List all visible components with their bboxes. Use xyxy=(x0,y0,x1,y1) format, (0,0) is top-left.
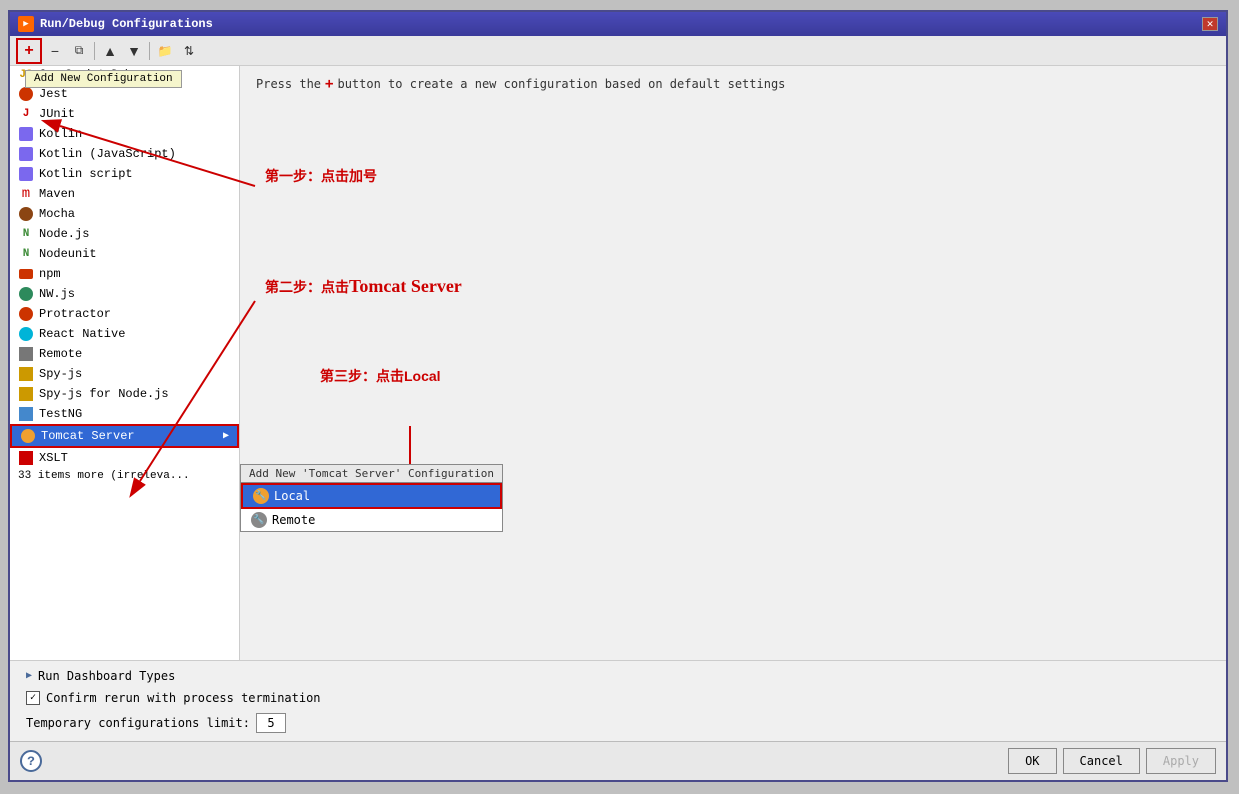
remote-icon xyxy=(18,346,34,362)
toolbar: + − ⧉ ▲ ▼ 📁 ⇅ Add New Configuration xyxy=(10,36,1226,66)
sidebar-item-nodejs[interactable]: N Node.js xyxy=(10,224,239,244)
confirm-rerun-row: ✓ Confirm rerun with process termination xyxy=(26,691,1210,705)
sidebar-item-spyjs[interactable]: Spy-js xyxy=(10,364,239,384)
submenu-header: Add New 'Tomcat Server' Configuration xyxy=(240,464,503,482)
sidebar-item-kotlin-script[interactable]: Kotlin script xyxy=(10,164,239,184)
help-button[interactable]: ? xyxy=(20,750,42,772)
sort-button[interactable]: ⇅ xyxy=(178,40,200,62)
sidebar-item-nodeunit[interactable]: N Nodeunit xyxy=(10,244,239,264)
jest-icon xyxy=(18,86,34,102)
nodejs-icon: N xyxy=(18,226,34,242)
local-icon: 🔧 xyxy=(253,488,269,504)
temp-limit-input[interactable] xyxy=(256,713,286,733)
remote-label: Remote xyxy=(272,513,315,527)
kotlin-icon xyxy=(18,126,34,142)
add-configuration-button[interactable]: + xyxy=(16,38,42,64)
confirm-rerun-checkbox[interactable]: ✓ xyxy=(26,691,40,705)
sidebar-item-more[interactable]: 33 items more (irreleva... xyxy=(10,468,239,484)
sidebar-item-testng[interactable]: TestNG xyxy=(10,404,239,424)
nodeunit-icon: N xyxy=(18,246,34,262)
protractor-icon xyxy=(18,306,34,322)
testng-icon xyxy=(18,406,34,422)
title-bar: ▶ Run/Debug Configurations ✕ xyxy=(10,12,1226,36)
sidebar-item-spyjs-node[interactable]: Spy-js for Node.js xyxy=(10,384,239,404)
content-area: JS JavaScript Debug... Jest J JUnit Kotl… xyxy=(10,66,1226,660)
react-native-icon xyxy=(18,326,34,342)
local-label: Local xyxy=(274,489,310,503)
sidebar-item-kotlin[interactable]: Kotlin xyxy=(10,124,239,144)
close-button[interactable]: ✕ xyxy=(1202,17,1218,31)
cancel-button[interactable]: Cancel xyxy=(1063,748,1140,774)
maven-icon: m xyxy=(18,186,34,202)
spyjs-node-icon xyxy=(18,386,34,402)
sidebar-item-react-native[interactable]: React Native xyxy=(10,324,239,344)
submenu-arrow-icon: ▶ xyxy=(223,430,229,442)
run-dashboard-arrow[interactable]: ▶ xyxy=(26,670,32,682)
toolbar-separator xyxy=(94,42,95,60)
sidebar-item-mocha[interactable]: Mocha xyxy=(10,204,239,224)
spyjs-icon xyxy=(18,366,34,382)
press-plus-text-after: button to create a new configuration bas… xyxy=(337,77,785,91)
footer: ? OK Cancel Apply xyxy=(10,741,1226,780)
kotlin-script-icon xyxy=(18,166,34,182)
plus-icon: + xyxy=(325,76,333,92)
press-plus-description: Press the + button to create a new confi… xyxy=(256,76,1210,92)
mocha-icon xyxy=(18,206,34,222)
tomcat-submenu: Add New 'Tomcat Server' Configuration 🔧 … xyxy=(240,464,503,532)
sidebar-item-maven[interactable]: m Maven xyxy=(10,184,239,204)
title-icon: ▶ xyxy=(18,16,34,32)
temp-limit-row: Temporary configurations limit: xyxy=(26,713,1210,733)
submenu-item-local[interactable]: 🔧 Local xyxy=(241,483,502,509)
kotlin-js-icon xyxy=(18,146,34,162)
move-up-button[interactable]: ▲ xyxy=(99,40,121,62)
sidebar-item-remote[interactable]: Remote xyxy=(10,344,239,364)
footer-buttons: OK Cancel Apply xyxy=(1008,748,1216,774)
run-dashboard-row: ▶ Run Dashboard Types xyxy=(26,669,1210,683)
right-panel: Press the + button to create a new confi… xyxy=(240,66,1226,660)
sidebar-item-npm[interactable]: npm xyxy=(10,264,239,284)
sidebar-item-protractor[interactable]: Protractor xyxy=(10,304,239,324)
sidebar-item-xslt[interactable]: XSLT xyxy=(10,448,239,468)
npm-icon xyxy=(18,266,34,282)
bottom-bar: ▶ Run Dashboard Types ✓ Confirm rerun wi… xyxy=(10,660,1226,741)
run-dashboard-label: Run Dashboard Types xyxy=(38,669,175,683)
xslt-icon xyxy=(18,450,34,466)
dialog-window: ▶ Run/Debug Configurations ✕ + − ⧉ ▲ ▼ 📁… xyxy=(8,10,1228,782)
copy-configuration-button[interactable]: ⧉ xyxy=(68,40,90,62)
tomcat-icon xyxy=(20,428,36,444)
sidebar-item-tomcat[interactable]: Tomcat Server ▶ xyxy=(10,424,239,448)
title-bar-left: ▶ Run/Debug Configurations xyxy=(18,16,213,32)
press-plus-text-before: Press the xyxy=(256,77,321,91)
apply-button[interactable]: Apply xyxy=(1146,748,1216,774)
temp-limit-label: Temporary configurations limit: xyxy=(26,716,250,730)
folder-button[interactable]: 📁 xyxy=(154,40,176,62)
remote-submenu-icon: 🔧 xyxy=(251,512,267,528)
ok-button[interactable]: OK xyxy=(1008,748,1056,774)
move-down-button[interactable]: ▼ xyxy=(123,40,145,62)
add-config-tooltip: Add New Configuration xyxy=(25,70,182,88)
toolbar-separator-2 xyxy=(149,42,150,60)
sidebar-item-kotlin-js[interactable]: Kotlin (JavaScript) xyxy=(10,144,239,164)
submenu-list: 🔧 Local 🔧 Remote xyxy=(240,482,503,532)
nwjs-icon xyxy=(18,286,34,302)
dialog-title: Run/Debug Configurations xyxy=(40,17,213,31)
remove-configuration-button[interactable]: − xyxy=(44,40,66,62)
confirm-rerun-label: Confirm rerun with process termination xyxy=(46,691,321,705)
sidebar-item-junit[interactable]: J JUnit xyxy=(10,104,239,124)
sidebar: JS JavaScript Debug... Jest J JUnit Kotl… xyxy=(10,66,240,660)
submenu-item-remote[interactable]: 🔧 Remote xyxy=(241,509,502,531)
sidebar-item-nwjs[interactable]: NW.js xyxy=(10,284,239,304)
junit-icon: J xyxy=(18,106,34,122)
